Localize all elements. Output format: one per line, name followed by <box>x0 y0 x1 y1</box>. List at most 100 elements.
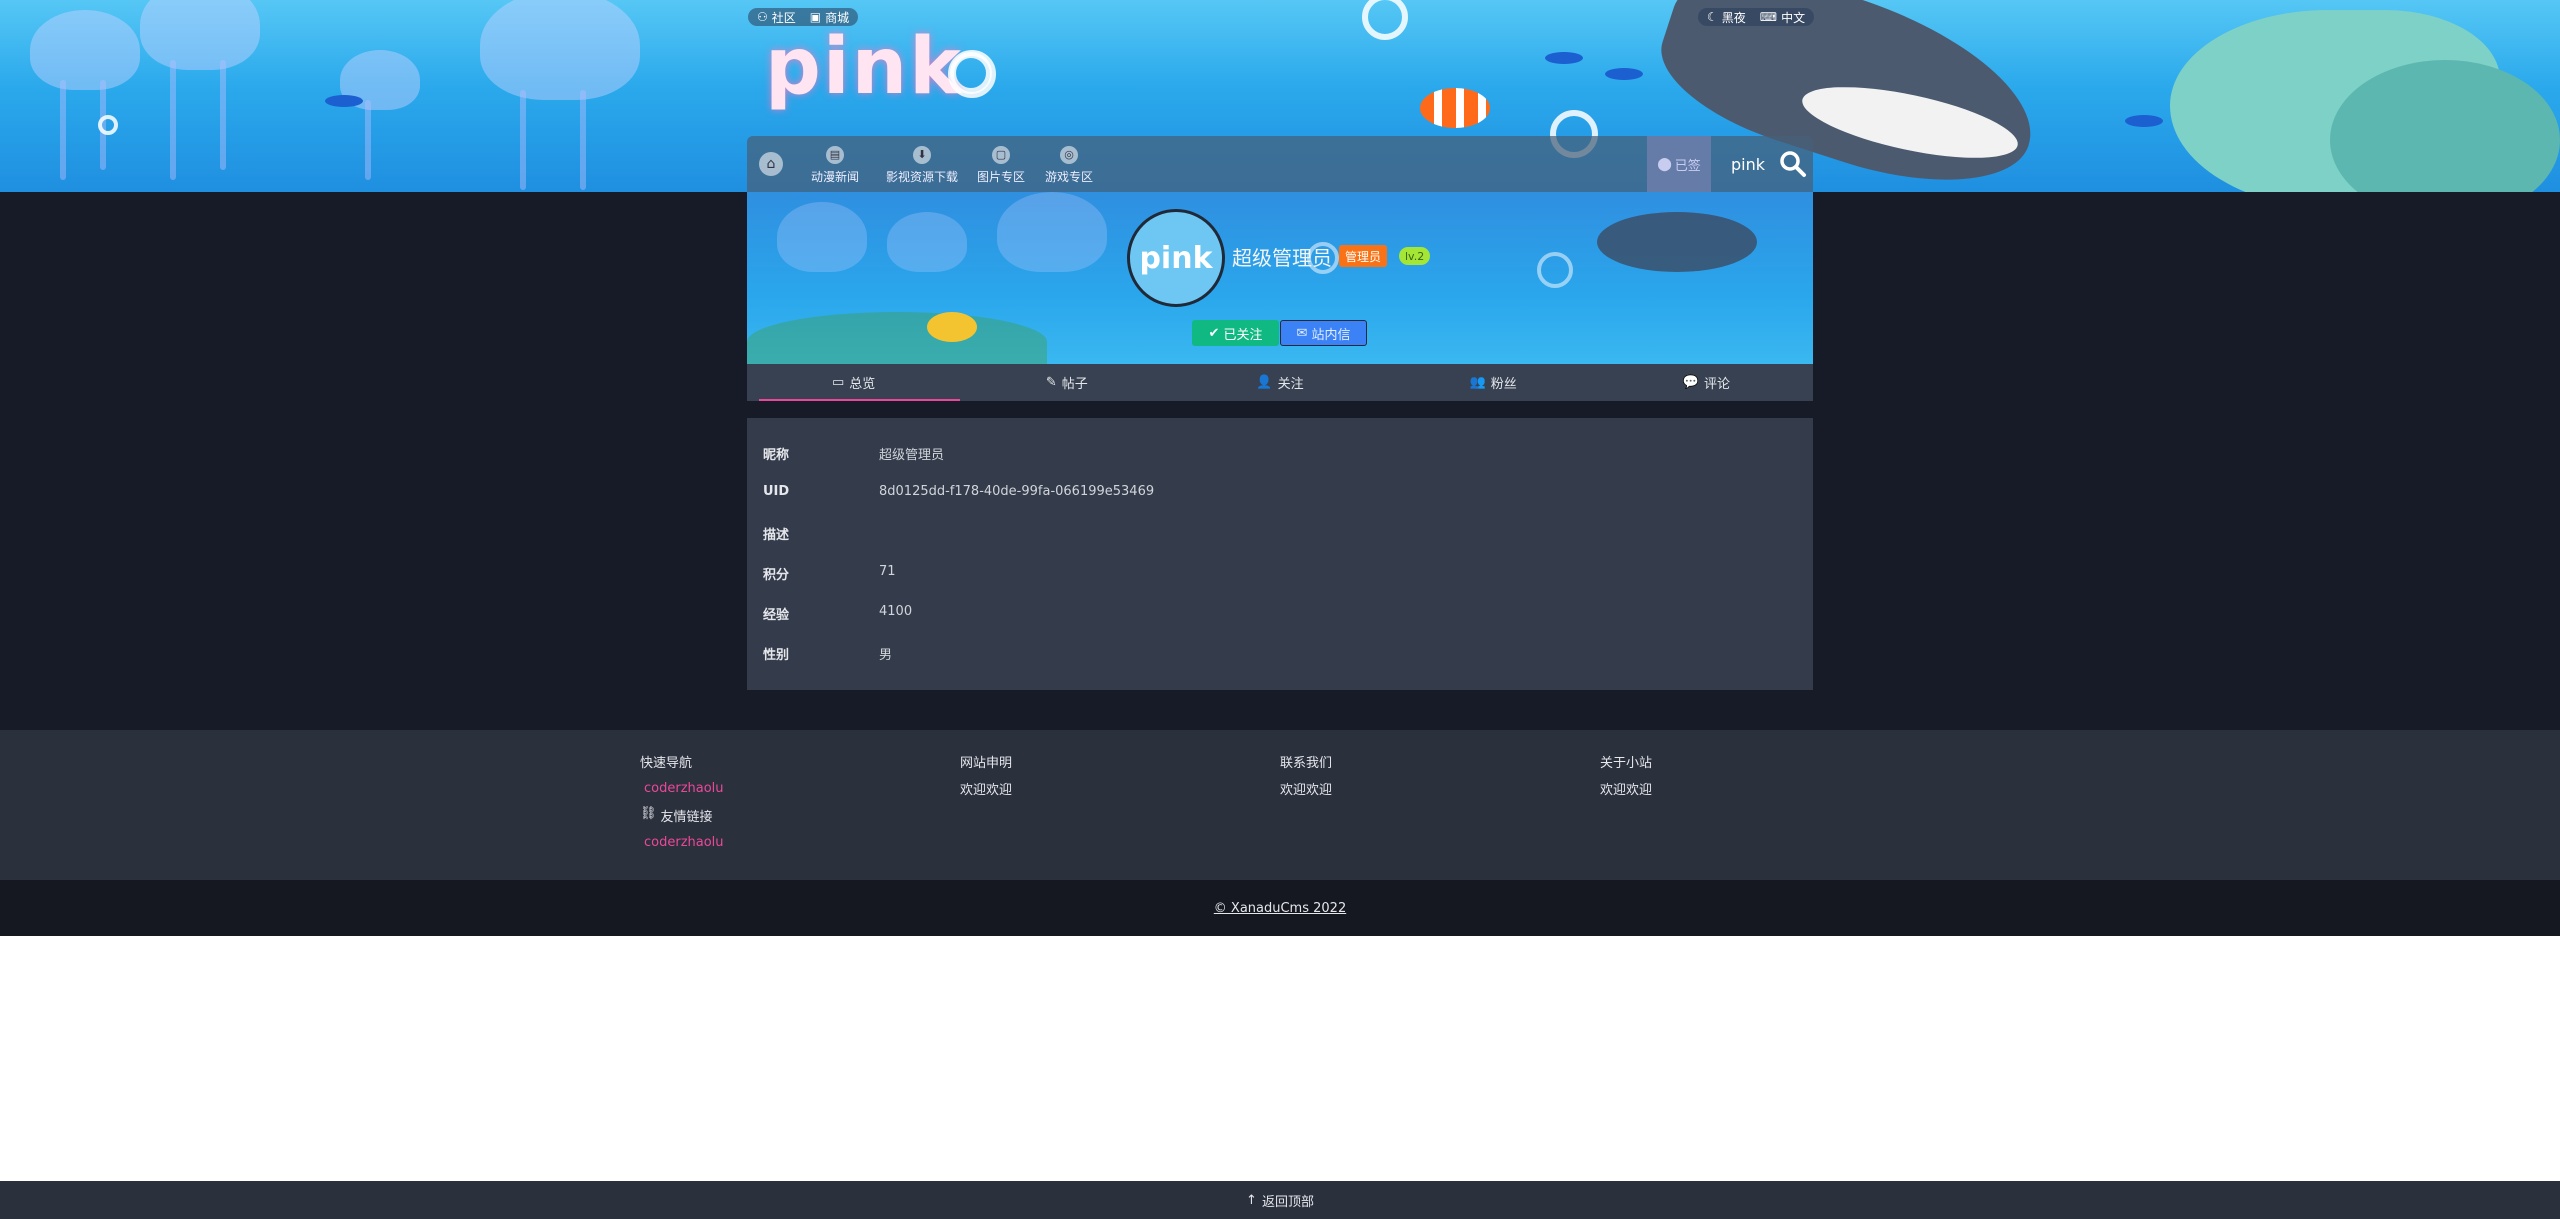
footer-quick-link[interactable]: coderzhaolu <box>644 781 724 796</box>
message-button[interactable]: ✉ 站内信 <box>1280 320 1367 346</box>
logo-bubble-decoration <box>948 50 996 98</box>
tab-comments[interactable]: 💬 评论 <box>1600 364 1813 401</box>
link-icon: ⛓ <box>640 806 657 821</box>
footer-col-quick-nav: 快速导航 coderzhaolu ⛓ 友情链接 coderzhaolu <box>640 752 724 850</box>
level-badge: lv.2 <box>1399 247 1431 265</box>
theme-toggle[interactable]: ☾ 黑夜 <box>1707 9 1746 26</box>
arrow-up-icon: ↑ <box>1246 1192 1257 1208</box>
fish-decoration <box>325 95 363 107</box>
footer-contact-title: 联系我们 <box>1280 756 1333 771</box>
jellyfish-tentacle <box>60 80 66 180</box>
footer-about-text: 欢迎欢迎 <box>1600 783 1653 798</box>
info-value: 超级管理员 <box>879 448 945 463</box>
footer-contact-text: 欢迎欢迎 <box>1280 783 1333 798</box>
gamepad-icon: ◎ <box>1060 145 1078 164</box>
back-to-top-label: 返回顶部 <box>1261 1194 1314 1210</box>
language-label: 中文 <box>1781 10 1806 25</box>
users-icon: 👥 <box>1469 375 1486 390</box>
main-navbar: ⌂ ▤ 动漫新闻 ⬇ 影视资源下载 ▢ 图片专区 ◎ 游戏专区 ⬤ 已签 pink <box>747 136 1813 192</box>
jellyfish-tentacle <box>170 60 176 180</box>
footer-col-contact: 联系我们 欢迎欢迎 <box>1280 752 1332 798</box>
admin-badge: 管理员 <box>1339 245 1388 267</box>
info-label: 积分 <box>763 568 790 583</box>
info-label: 昵称 <box>763 448 790 463</box>
user-menu[interactable]: pink <box>1723 136 1773 192</box>
tab-fans[interactable]: 👥 粉丝 <box>1387 364 1600 401</box>
fish-decoration <box>1545 52 1583 64</box>
fish-decoration <box>2125 115 2163 127</box>
info-value: 男 <box>879 648 893 663</box>
signin-label: 已签 <box>1674 158 1701 174</box>
footer-statement-text: 欢迎欢迎 <box>960 783 1013 798</box>
pencil-icon: ✎ <box>1045 375 1057 390</box>
fish-decoration <box>1605 68 1643 80</box>
tab-label: 评论 <box>1704 377 1731 392</box>
jellyfish-decoration <box>140 0 260 70</box>
nav-item-pictures[interactable]: ▢ 图片专区 <box>969 142 1033 188</box>
copyright-bar: © XanaduCms 2022 <box>0 880 2560 936</box>
search-icon[interactable] <box>1777 148 1809 180</box>
avatar[interactable]: pink <box>1127 209 1225 307</box>
tab-overview[interactable]: ▭ 总览 <box>747 364 961 401</box>
envelope-icon: ✉ <box>1296 325 1308 341</box>
jellyfish-decoration <box>997 192 1107 272</box>
yellow-fish-decoration <box>927 312 977 342</box>
tab-following[interactable]: 👤 关注 <box>1173 364 1386 401</box>
id-card-icon: ▭ <box>831 375 845 390</box>
nav-item-video-download[interactable]: ⬇ 影视资源下载 <box>877 142 967 188</box>
footer-quick-nav-title: 快速导航 <box>640 756 693 771</box>
footer-friend-link[interactable]: coderzhaolu <box>644 835 724 850</box>
footer-friend-links-title: ⛓ 友情链接 <box>640 806 724 825</box>
info-label: 性别 <box>763 648 790 663</box>
jellyfish-tentacle <box>580 90 586 190</box>
info-label: 经验 <box>763 608 790 623</box>
image-icon: ▢ <box>992 145 1010 164</box>
copyright-link[interactable]: © XanaduCms 2022 <box>1214 901 1346 916</box>
moon-icon: ☾ <box>1707 10 1718 24</box>
info-value: 8d0125dd-f178-40de-99fa-066199e53469 <box>879 484 1155 499</box>
site-logo[interactable]: pink <box>765 22 963 112</box>
jellyfish-tentacle <box>220 60 226 170</box>
tab-label: 帖子 <box>1061 377 1088 392</box>
profile-info-panel: 昵称 超级管理员 UID 8d0125dd-f178-40de-99fa-066… <box>747 418 1813 690</box>
info-row-uid: UID 8d0125dd-f178-40de-99fa-066199e53469 <box>763 484 1154 504</box>
top-right-menu: ☾ 黑夜 ⌨ 中文 <box>1698 8 1815 26</box>
news-icon: ▤ <box>826 145 844 164</box>
follow-label: 已关注 <box>1223 327 1263 343</box>
nav-item-anime-news[interactable]: ▤ 动漫新闻 <box>803 142 867 188</box>
clownfish-decoration <box>1420 88 1490 128</box>
info-value: 4100 <box>879 604 913 619</box>
nav-item-label: 图片专区 <box>976 169 1025 184</box>
profile-username: 超级管理员 <box>1232 246 1332 270</box>
tab-posts[interactable]: ✎ 帖子 <box>960 364 1173 401</box>
tab-label: 关注 <box>1277 377 1304 392</box>
jellyfish-decoration <box>777 202 867 272</box>
home-icon[interactable]: ⌂ <box>759 152 783 176</box>
back-to-top-button[interactable]: ↑ 返回顶部 <box>0 1181 2560 1219</box>
bubble-decoration <box>98 115 118 135</box>
info-value: 71 <box>879 564 896 579</box>
user-plus-icon: 👤 <box>1256 375 1273 390</box>
friend-links-label: 友情链接 <box>660 810 713 825</box>
info-row-gender: 性别 男 <box>763 644 892 664</box>
message-label: 站内信 <box>1311 327 1351 343</box>
footer-col-statement: 网站申明 欢迎欢迎 <box>960 752 1012 798</box>
signin-button[interactable]: ⬤ 已签 <box>1647 136 1711 192</box>
check-icon: ✔ <box>1208 325 1220 341</box>
tab-label: 粉丝 <box>1490 377 1517 392</box>
bubble-decoration <box>1537 252 1573 288</box>
language-toggle[interactable]: ⌨ 中文 <box>1760 9 1805 26</box>
follow-button[interactable]: ✔ 已关注 <box>1192 320 1279 346</box>
jellyfish-decoration <box>480 0 640 100</box>
tab-label: 总览 <box>849 377 876 392</box>
bubble-decoration <box>1362 0 1408 40</box>
shark-decoration <box>1597 212 1757 272</box>
jellyfish-decoration <box>887 212 967 272</box>
info-label: UID <box>763 484 790 499</box>
info-row-nickname: 昵称 超级管理员 <box>763 444 944 464</box>
footer-col-about: 关于小站 欢迎欢迎 <box>1600 752 1652 798</box>
info-row-points: 积分 71 <box>763 564 896 584</box>
nav-item-label: 动漫新闻 <box>810 169 859 184</box>
comments-icon: 💬 <box>1682 375 1699 390</box>
nav-item-games[interactable]: ◎ 游戏专区 <box>1037 142 1101 188</box>
